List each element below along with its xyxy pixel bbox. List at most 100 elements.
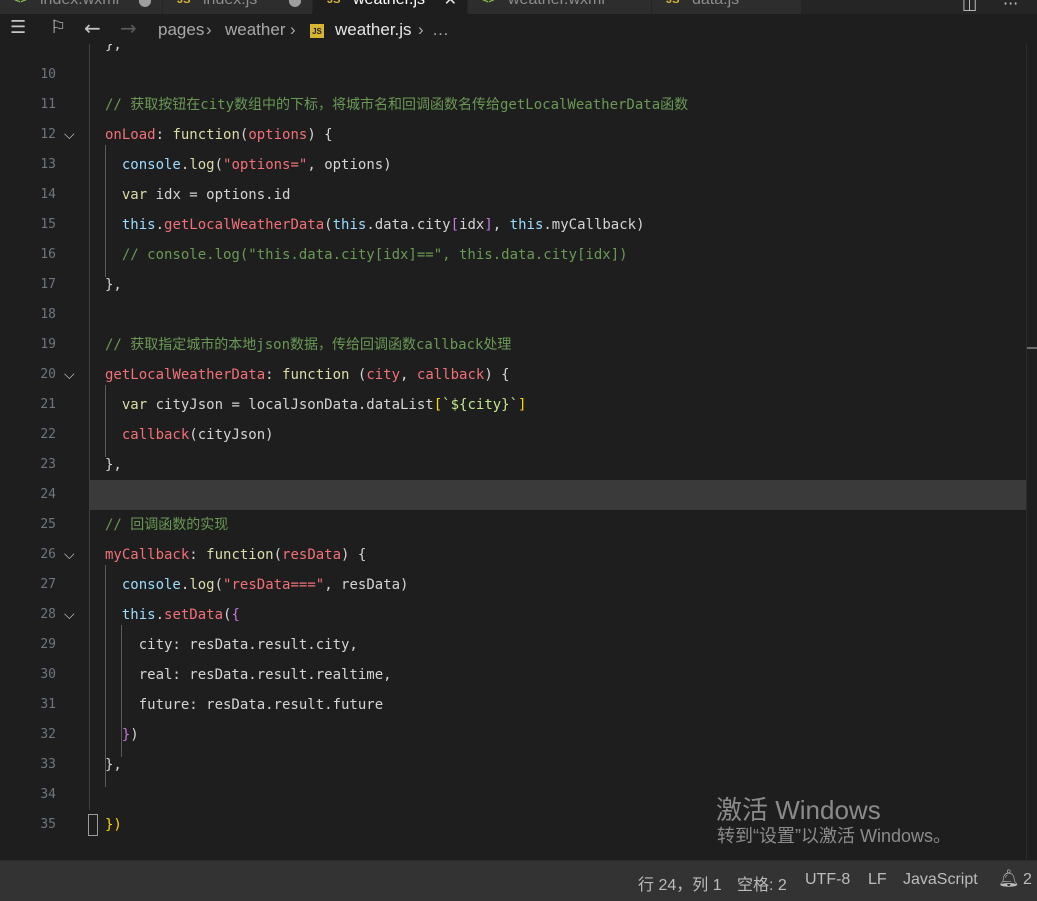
code-token: "resData===" (223, 577, 325, 593)
code-token: : (189, 547, 207, 563)
code-line[interactable]: 12 ⌵ onLoad: function(options) { (0, 120, 1026, 150)
line-number: 19 (40, 337, 56, 352)
tab-1[interactable]: JS index.js ● (163, 0, 313, 14)
code-token: log (189, 157, 215, 173)
line-number: 24 (40, 487, 56, 502)
wxml-icon: <> (14, 0, 27, 6)
code-token: var (121, 187, 148, 203)
tab-2[interactable]: JS weather.js ✕ (313, 0, 468, 14)
code-line[interactable]: 15 this.getLocalWeatherData(this.data.ci… (0, 210, 1026, 240)
fold-chevron-icon[interactable]: ⌵ (64, 540, 75, 570)
code-line[interactable]: 10 (0, 60, 1026, 90)
code-line[interactable]: 19 // 获取指定城市的本地json数据，传给回调函数callback处理 (0, 330, 1026, 360)
code-text: future: resData.result.future (105, 690, 383, 720)
bell-icon[interactable]: 🔔︎ (998, 869, 1020, 889)
line-number: 31 (40, 697, 56, 712)
fold-chevron-icon[interactable]: ⌵ (64, 600, 75, 630)
tab-label: index.wxml (40, 0, 119, 9)
code-token: log (189, 577, 215, 593)
code-line[interactable]: 28 ⌵ this.setData({ (0, 600, 1026, 630)
code-token: function (172, 127, 240, 143)
code-line[interactable]: 16 // console.log("this.data.city[idx]==… (0, 240, 1026, 270)
cursor-position[interactable]: 行 24，列 1 (638, 871, 722, 895)
indentation-status[interactable]: 空格: 2 (737, 871, 787, 895)
line-number: 17 (40, 277, 56, 292)
line-number: 14 (40, 187, 56, 202)
code-line[interactable]: 22 callback(cityJson) (0, 420, 1026, 450)
split-editor-icon[interactable]: ◫ (962, 0, 977, 13)
code-text: myCallback: function(resData) { (105, 540, 366, 570)
code-token: cityJson = localJsonData.dataList (147, 397, 434, 413)
bookmark-icon[interactable]: ⚐ (50, 17, 66, 38)
breadcrumb-weather[interactable]: weather (225, 20, 285, 40)
tab-3[interactable]: <> weather.wxml (468, 0, 652, 14)
code-token: getLocalWeatherData (105, 367, 266, 383)
code-line[interactable]: 27 console.log("resData===", resData) (0, 570, 1026, 600)
code-token: getLocalWeatherData (164, 217, 325, 233)
code-token: resData (282, 547, 342, 563)
line-number: 33 (40, 757, 56, 772)
code-token: ) { (307, 127, 333, 143)
code-token: : (155, 127, 173, 143)
vertical-scrollbar[interactable] (1026, 44, 1037, 860)
code-text: var idx = options.id (105, 180, 291, 210)
code-token: idx (459, 217, 485, 233)
code-token: var (121, 397, 148, 413)
forward-arrow-icon[interactable]: → (120, 16, 137, 40)
code-token: myCallback (105, 547, 190, 563)
line-number: 28 (40, 607, 56, 622)
fold-chevron-icon[interactable]: ⌵ (64, 360, 75, 390)
code-line[interactable]: 29 city: resData.result.city, (0, 630, 1026, 660)
code-token: // 获取按钮在city数组中的下标，将城市名和回调函数名传给getLocalW… (105, 97, 689, 113)
line-number: 29 (40, 637, 56, 652)
code-line[interactable]: 24 (0, 480, 1026, 510)
language-mode[interactable]: JavaScript (903, 871, 978, 889)
code-line[interactable]: 11 // 获取按钮在city数组中的下标，将城市名和回调函数名传给getLoca… (0, 90, 1026, 120)
encoding-status[interactable]: UTF-8 (805, 871, 850, 889)
code-token: ( (273, 547, 283, 563)
code-line[interactable]: 26 ⌵ myCallback: function(resData) { (0, 540, 1026, 570)
code-line[interactable]: 32 }) (0, 720, 1026, 750)
code-line[interactable]: 18 (0, 300, 1026, 330)
dirty-dot-icon[interactable]: ● (288, 0, 302, 9)
tab-4[interactable]: JS data.js (652, 0, 802, 14)
dirty-dot-icon[interactable]: ● (138, 0, 152, 9)
breadcrumb-file[interactable]: weather.js (335, 20, 412, 40)
list-icon[interactable]: ☰ (10, 17, 26, 38)
code-token: }, (105, 757, 122, 773)
line-number: 10 (40, 67, 56, 82)
more-actions-icon[interactable]: ··· (1003, 0, 1018, 13)
code-text: onLoad: function(options) { (105, 120, 333, 150)
code-line[interactable]: 31 future: resData.result.future (0, 690, 1026, 720)
breadcrumb-pages[interactable]: pages (158, 20, 204, 40)
code-line[interactable]: 30 real: resData.result.realtime, (0, 660, 1026, 690)
code-line[interactable]: 33}, (0, 750, 1026, 780)
code-line[interactable]: 20 ⌵ getLocalWeatherData: function (city, … (0, 360, 1026, 390)
code-token: ( (324, 217, 333, 233)
code-line[interactable]: 14 var idx = options.id (0, 180, 1026, 210)
code-line[interactable]: }, (0, 44, 1026, 60)
eol-status[interactable]: LF (868, 871, 887, 889)
code-token: function (282, 367, 350, 383)
code-line[interactable]: 17}, (0, 270, 1026, 300)
tab-0[interactable]: <> index.wxml ● (0, 0, 163, 14)
code-editor[interactable]: }, 10 11 // 获取按钮在city数组中的下标，将城市名和回调函数名传给get… (0, 44, 1037, 860)
code-token: this (121, 607, 156, 623)
back-arrow-icon[interactable]: ← (84, 16, 101, 40)
code-token: options (248, 127, 308, 143)
code-token: this (332, 217, 367, 233)
code-text: city: resData.result.city, (105, 630, 358, 660)
code-token: console (121, 577, 181, 593)
close-icon[interactable]: ✕ (444, 0, 457, 9)
line-number: 34 (40, 787, 56, 802)
code-line[interactable]: 25 // 回调函数的实现 (0, 510, 1026, 540)
code-line[interactable]: 13 console.log("options=", options) (0, 150, 1026, 180)
fold-chevron-icon[interactable]: ⌵ (64, 120, 75, 150)
code-line[interactable]: 21 var cityJson = localJsonData.dataList… (0, 390, 1026, 420)
breadcrumb-more[interactable]: … (432, 20, 449, 40)
code-line[interactable]: 23}, (0, 450, 1026, 480)
code-token: city (366, 367, 401, 383)
